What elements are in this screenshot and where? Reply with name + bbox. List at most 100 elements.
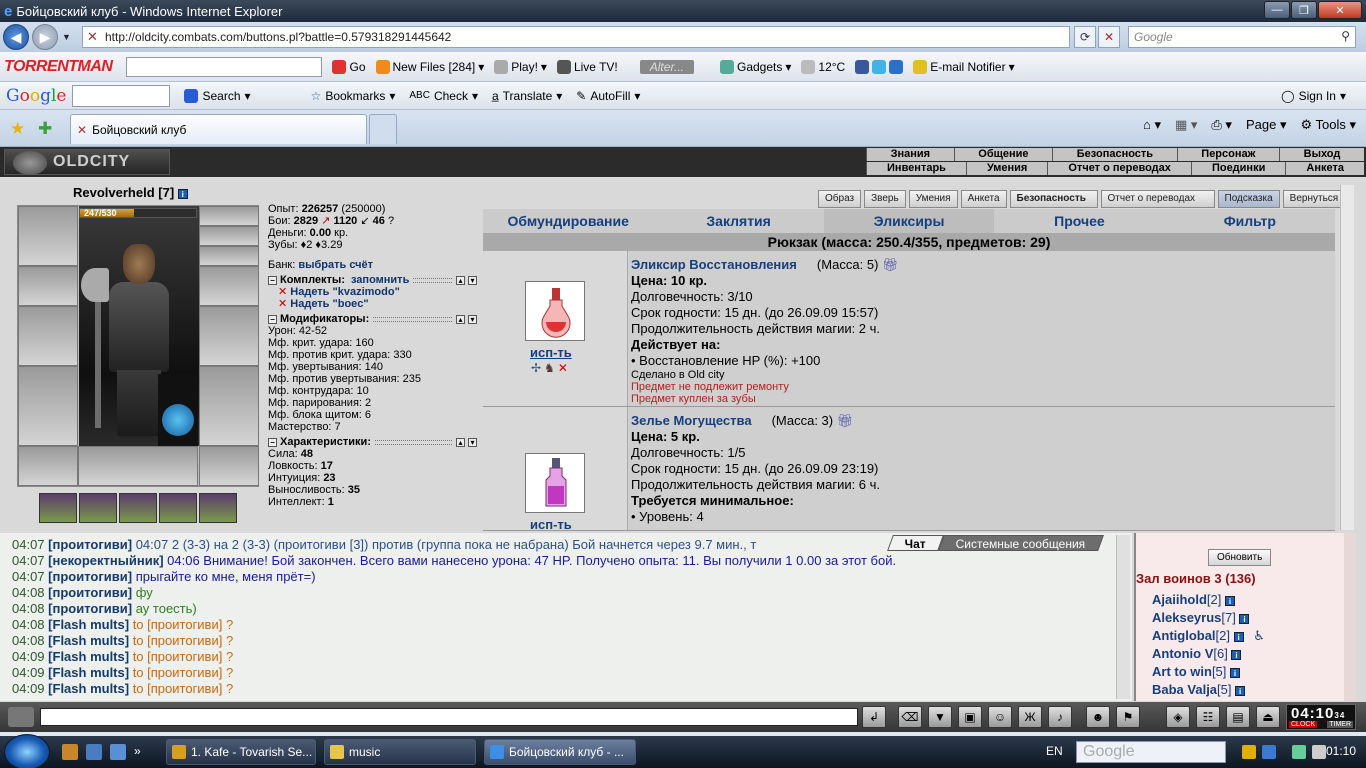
transfer-icon[interactable]: ♞ [544, 361, 555, 375]
inventory-scrollbar[interactable] [1340, 185, 1354, 530]
user-item[interactable]: Antonio V[6] i [1152, 645, 1265, 663]
security-button[interactable]: Безопасность [1009, 190, 1098, 208]
submenu-skills[interactable]: Умения [965, 162, 1047, 175]
submenu-transfers[interactable]: Отчет о переводах [1047, 162, 1191, 175]
favorites-star-icon[interactable]: ★ [10, 119, 25, 139]
combine-icon[interactable]: ✢ [531, 361, 541, 375]
emote-icon[interactable]: ☺ [988, 706, 1012, 728]
effect-slot[interactable] [199, 493, 237, 523]
task-music[interactable]: music [324, 739, 476, 765]
rings-slot[interactable] [199, 246, 259, 266]
google-search-button[interactable]: Search ▾ [184, 88, 251, 103]
leggings-slot[interactable] [199, 366, 259, 446]
google-check-button[interactable]: ABC Check ▾ [409, 89, 478, 103]
stop-icon[interactable]: ✕ [1098, 26, 1120, 48]
network-icon[interactable] [1292, 745, 1306, 759]
user-item[interactable]: Ajaiihold[2] i [1152, 591, 1265, 609]
transfers-report-button[interactable]: Отчет о переводах [1100, 190, 1215, 208]
tray-icon[interactable] [1242, 745, 1256, 759]
send-icon[interactable]: ↲ [862, 706, 886, 728]
new-files-button[interactable]: New Files [284] ▾ [375, 59, 484, 74]
show-desktop-icon[interactable] [86, 744, 102, 760]
collapse-icon[interactable]: − [268, 275, 277, 285]
bank-select-link[interactable]: выбрать счёт [298, 259, 373, 271]
refresh-button[interactable]: Обновить [1208, 549, 1272, 566]
chat-settings-icon[interactable] [8, 707, 34, 727]
image-button[interactable]: Образ [818, 190, 862, 208]
use-item-link[interactable]: исп-ть [530, 345, 572, 360]
switch-windows-icon[interactable] [110, 744, 126, 760]
refresh-icon[interactable]: ⟳ [1074, 26, 1096, 48]
minimize-button[interactable]: — [1264, 1, 1290, 19]
effect-slot[interactable] [159, 493, 197, 523]
quicklaunch-icon[interactable] [62, 744, 78, 760]
bracers-slot[interactable] [18, 266, 78, 306]
shield-slot[interactable] [199, 306, 259, 366]
page-menu[interactable]: Page ▾ [1246, 117, 1287, 133]
pocket-slots[interactable] [78, 446, 198, 486]
amulet-slot[interactable] [199, 226, 259, 246]
helmet-slot[interactable] [18, 206, 78, 266]
exit-icon[interactable]: ⏏ [1256, 706, 1280, 728]
boots-slot[interactable] [199, 446, 259, 486]
tab-elixirs[interactable]: Эликсиры [823, 209, 995, 233]
submenu-profile[interactable]: Анкета [1285, 162, 1364, 175]
live-tv-button[interactable]: Live TV! [556, 59, 618, 74]
use-item-link[interactable]: исп-ть [530, 517, 572, 530]
translit-icon[interactable]: Ж [1018, 706, 1042, 728]
save-icon[interactable]: ▣ [958, 706, 982, 728]
menu-knowledge[interactable]: Знания [866, 148, 954, 161]
return-button[interactable]: Вернуться [1282, 190, 1346, 208]
system-clock[interactable]: 01:10 [1326, 744, 1356, 758]
back-button[interactable]: ◀ [3, 24, 29, 50]
go-button[interactable]: Go [332, 59, 366, 74]
tray-icon[interactable] [1262, 745, 1276, 759]
volume-icon[interactable] [1312, 745, 1326, 759]
profile-button[interactable]: Анкета [960, 190, 1007, 208]
user-item[interactable]: Baba Valja[5] i [1152, 681, 1265, 699]
pet-button[interactable]: Зверь [864, 190, 906, 208]
bag-icon[interactable]: ◈ [1166, 706, 1190, 728]
email-notifier-button[interactable]: E-mail Notifier ▾ [913, 59, 1015, 74]
feeds-icon[interactable]: ▦ ▾ [1175, 117, 1197, 133]
add-favorites-icon[interactable]: ✚ [38, 119, 52, 139]
social-icons[interactable] [855, 59, 904, 74]
collapse-icon[interactable]: − [268, 437, 277, 447]
tab-system-messages[interactable]: Системные сообщения [938, 535, 1104, 551]
chat-input[interactable] [40, 708, 858, 726]
friends-icon[interactable]: ☷ [1196, 706, 1220, 728]
google-logo[interactable]: Google [6, 86, 66, 106]
smiley-icon[interactable]: ☻ [1086, 706, 1110, 728]
gloves-slot[interactable] [199, 266, 259, 306]
tab-fight-club[interactable]: ✕ Бойцовский клуб [70, 114, 367, 144]
new-tab-button[interactable] [369, 114, 397, 144]
filter-icon[interactable]: ▼ [928, 706, 952, 728]
media-player[interactable]: Alter... [639, 59, 694, 74]
weather-button[interactable]: 12°C [801, 59, 845, 74]
effect-slot[interactable] [119, 493, 157, 523]
set-item[interactable]: ✕ Надеть "boec" [268, 298, 480, 310]
tab-other[interactable]: Прочее [994, 209, 1164, 233]
google-bookmarks-button[interactable]: ☆ Bookmarks ▾ [311, 89, 396, 103]
forward-button[interactable]: ▶ [32, 24, 58, 50]
menu-communication[interactable]: Общение [953, 148, 1052, 161]
torrentman-logo[interactable]: TORRENTMAN [4, 58, 113, 76]
set-item[interactable]: ✕ Надеть "kvazimodo" [268, 286, 480, 298]
collapse-icon[interactable]: − [268, 314, 277, 324]
menu-character[interactable]: Персонаж [1176, 148, 1279, 161]
start-button[interactable] [4, 734, 50, 768]
google-signin-button[interactable]: ◯ Sign In ▾ [1281, 89, 1346, 103]
google-search-input[interactable] [72, 84, 171, 107]
user-item[interactable]: Alekseyrus[7] i [1152, 609, 1265, 627]
effect-slot[interactable] [79, 493, 117, 523]
tab-filter[interactable]: Фильтр [1165, 209, 1335, 233]
home-icon[interactable]: ⌂ ▾ [1143, 117, 1161, 133]
pet-portrait[interactable] [158, 374, 198, 446]
quests-icon[interactable]: ⚑ [1116, 706, 1140, 728]
online-scrollbar[interactable] [1344, 533, 1356, 701]
google-autofill-button[interactable]: ✎ AutoFill ▾ [576, 89, 640, 103]
url-field[interactable]: ✕ http://oldcity.combats.com/buttons.pl?… [82, 26, 1070, 48]
remember-set-link[interactable]: запомнить [351, 274, 409, 286]
submenu-inventory[interactable]: Инвентарь [866, 162, 966, 175]
armor-slot[interactable] [18, 366, 78, 446]
